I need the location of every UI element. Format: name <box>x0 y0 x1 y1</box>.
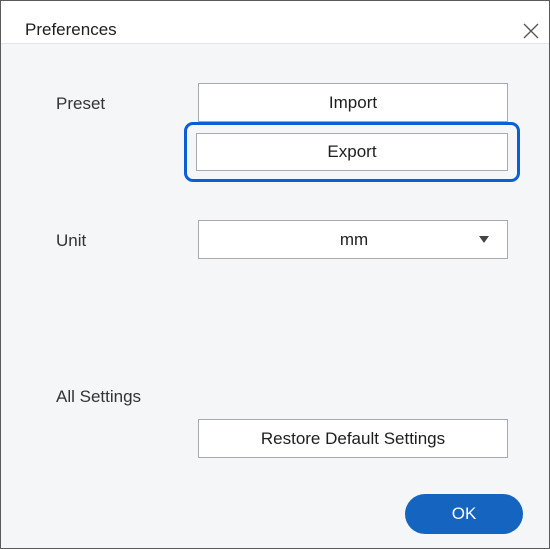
unit-label: Unit <box>56 231 87 250</box>
preferences-dialog: Preferences Preset Import Export Unit mm… <box>0 0 550 549</box>
all-settings-label: All Settings <box>56 387 142 406</box>
ok-button[interactable]: OK <box>405 494 523 534</box>
close-button[interactable] <box>521 21 541 41</box>
title-bar: Preferences <box>1 1 549 44</box>
import-button[interactable]: Import <box>198 83 508 122</box>
restore-default-settings-button[interactable]: Restore Default Settings <box>198 419 508 458</box>
unit-select-value: mm <box>339 229 369 249</box>
preset-label: Preset <box>56 94 106 113</box>
close-icon <box>523 23 539 39</box>
export-button[interactable]: Export <box>196 133 508 171</box>
dialog-title: Preferences <box>25 20 117 39</box>
unit-select[interactable]: mm <box>198 220 508 259</box>
chevron-down-icon <box>479 236 489 243</box>
